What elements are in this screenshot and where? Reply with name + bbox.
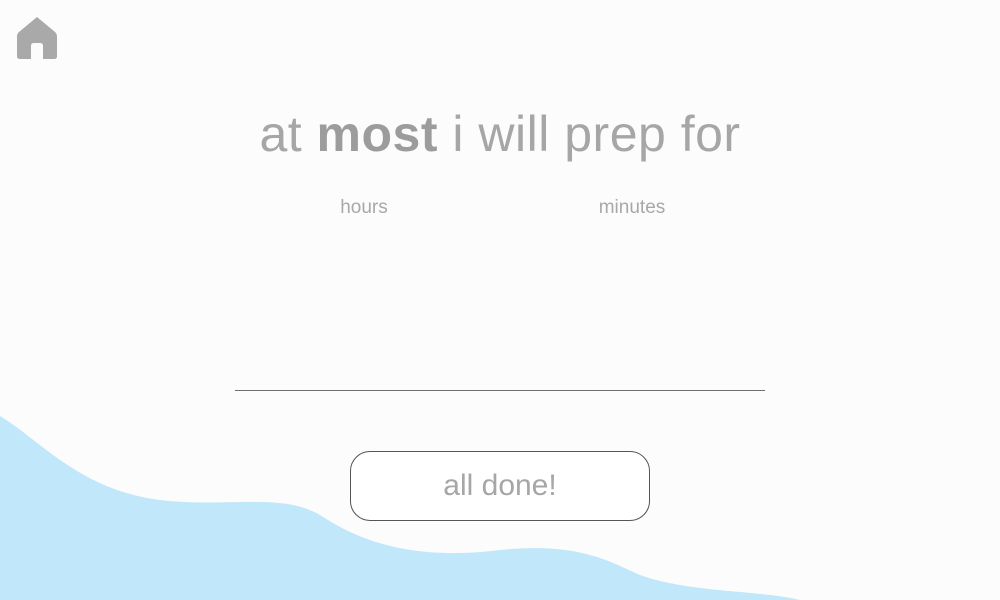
home-icon <box>17 17 57 59</box>
page: at most i will prep for hours minutes al… <box>0 0 1000 600</box>
page-title: at most i will prep for <box>0 104 1000 164</box>
all-done-button[interactable]: all done! <box>350 451 650 521</box>
hours-picker[interactable] <box>264 228 464 378</box>
title-emphasis: most <box>316 106 439 162</box>
divider-line <box>235 390 765 391</box>
title-suffix: i will prep for <box>438 106 741 162</box>
hours-label: hours <box>340 197 388 218</box>
title-prefix: at <box>259 106 317 162</box>
minutes-label: minutes <box>598 197 666 218</box>
minutes-picker[interactable] <box>532 228 732 378</box>
home-button[interactable] <box>16 16 58 60</box>
